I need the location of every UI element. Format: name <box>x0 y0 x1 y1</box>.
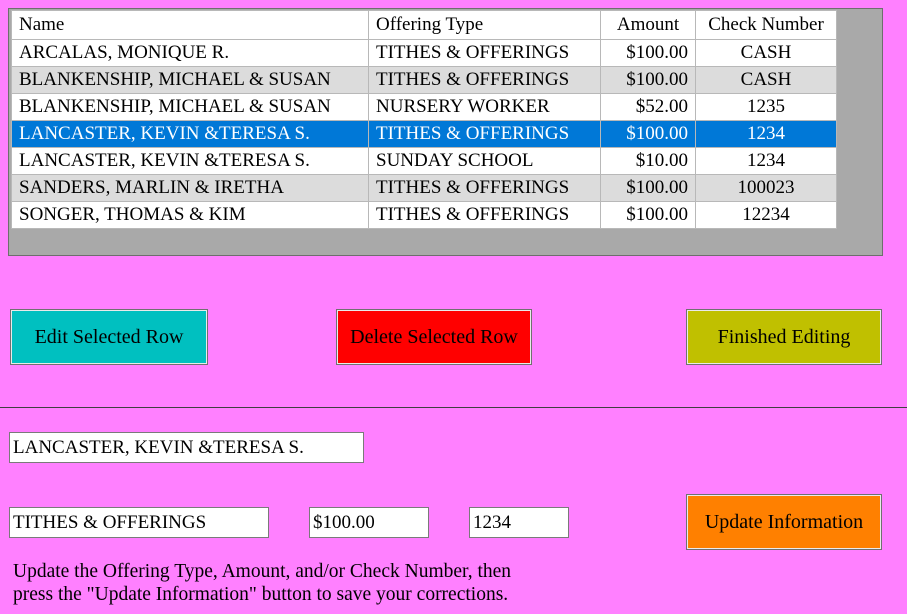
column-header-check-number[interactable]: Check Number <box>695 10 837 40</box>
column-header-name[interactable]: Name <box>11 10 369 40</box>
cell-check-number[interactable]: CASH <box>695 39 837 67</box>
cell-offering-type[interactable]: NURSERY WORKER <box>368 93 601 121</box>
column-header-offering-type[interactable]: Offering Type <box>368 10 601 40</box>
cell-amount[interactable]: $100.00 <box>600 174 696 202</box>
cell-offering-type[interactable]: TITHES & OFFERINGS <box>368 174 601 202</box>
cell-check-number[interactable]: 100023 <box>695 174 837 202</box>
cell-amount[interactable]: $100.00 <box>600 201 696 229</box>
cell-amount[interactable]: $52.00 <box>600 93 696 121</box>
cell-name[interactable]: ARCALAS, MONIQUE R. <box>11 39 369 67</box>
offerings-grid[interactable]: Name Offering Type Amount Check Number A… <box>8 8 883 256</box>
cell-offering-type[interactable]: TITHES & OFFERINGS <box>368 39 601 67</box>
cell-name[interactable]: BLANKENSHIP, MICHAEL & SUSAN <box>11 66 369 94</box>
cell-amount[interactable]: $10.00 <box>600 147 696 175</box>
offering-type-field[interactable]: TITHES & OFFERINGS <box>9 507 269 538</box>
cell-offering-type[interactable]: TITHES & OFFERINGS <box>368 66 601 94</box>
cell-check-number[interactable]: 12234 <box>695 201 837 229</box>
table-row[interactable]: LANCASTER, KEVIN &TERESA S. SUNDAY SCHOOL… <box>11 147 837 175</box>
offerings-table: Name Offering Type Amount Check Number A… <box>11 10 837 229</box>
cell-name[interactable]: LANCASTER, KEVIN &TERESA S. <box>11 120 369 148</box>
cell-name[interactable]: LANCASTER, KEVIN &TERESA S. <box>11 147 369 175</box>
help-text: Update the Offering Type, Amount, and/or… <box>13 560 511 606</box>
table-row[interactable]: SONGER, THOMAS & KIM TITHES & OFFERINGS $1… <box>11 201 837 229</box>
column-header-amount[interactable]: Amount <box>600 10 696 40</box>
table-row[interactable]: ARCALAS, MONIQUE R. TITHES & OFFERINGS $10… <box>11 39 837 67</box>
table-row[interactable]: BLANKENSHIP, MICHAEL & SUSAN NURSERY WORK… <box>11 93 837 121</box>
cell-check-number[interactable]: 1235 <box>695 93 837 121</box>
cell-check-number[interactable]: 1234 <box>695 147 837 175</box>
cell-name[interactable]: SONGER, THOMAS & KIM <box>11 201 369 229</box>
cell-amount[interactable]: $100.00 <box>600 66 696 94</box>
cell-offering-type[interactable]: TITHES & OFFERINGS <box>368 120 601 148</box>
edit-selected-row-button[interactable]: Edit Selected Row <box>10 309 208 365</box>
cell-offering-type[interactable]: SUNDAY SCHOOL <box>368 147 601 175</box>
help-text-line-1: Update the Offering Type, Amount, and/or… <box>13 561 512 582</box>
update-information-button[interactable]: Update Information <box>686 494 882 550</box>
table-row[interactable]: BLANKENSHIP, MICHAEL & SUSAN TITHES & OFF… <box>11 66 837 94</box>
section-divider <box>0 407 907 408</box>
cell-offering-type[interactable]: TITHES & OFFERINGS <box>368 201 601 229</box>
amount-field[interactable]: $100.00 <box>309 507 429 538</box>
help-text-line-2: press the "Update Information" button to… <box>13 584 509 605</box>
cell-name[interactable]: SANDERS, MARLIN & IRETHA <box>11 174 369 202</box>
delete-selected-row-button[interactable]: Delete Selected Row <box>336 309 532 365</box>
cell-amount[interactable]: $100.00 <box>600 39 696 67</box>
cell-amount[interactable]: $100.00 <box>600 120 696 148</box>
name-field[interactable]: LANCASTER, KEVIN &TERESA S. <box>9 432 364 463</box>
check-number-field[interactable]: 1234 <box>469 507 569 538</box>
header-row: Name Offering Type Amount Check Number <box>11 10 837 40</box>
table-row[interactable]: SANDERS, MARLIN & IRETHA TITHES & OFFERIN… <box>11 174 837 202</box>
cell-name[interactable]: BLANKENSHIP, MICHAEL & SUSAN <box>11 93 369 121</box>
cell-check-number[interactable]: CASH <box>695 66 837 94</box>
finished-editing-button[interactable]: Finished Editing <box>686 309 882 365</box>
table-row-selected[interactable]: LANCASTER, KEVIN &TERESA S. TITHES & OFFE… <box>11 120 837 148</box>
cell-check-number[interactable]: 1234 <box>695 120 837 148</box>
